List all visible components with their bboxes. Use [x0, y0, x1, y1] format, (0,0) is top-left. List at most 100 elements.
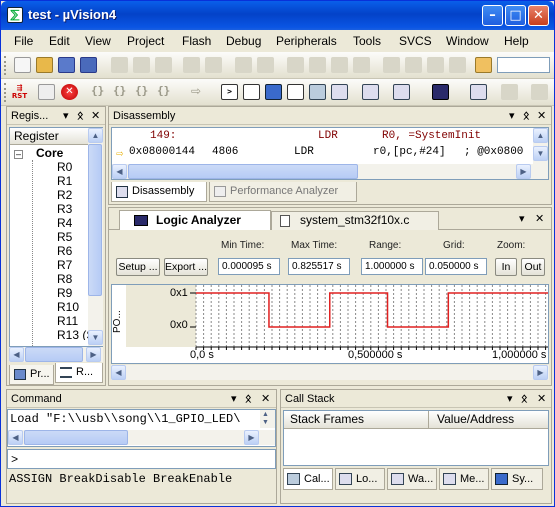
scroll-right-icon[interactable]: ▶ — [86, 347, 101, 362]
register-item[interactable]: R11 — [57, 314, 78, 328]
find-in-files-icon[interactable] — [475, 57, 492, 73]
registers-hscroll[interactable]: ◀ ▶ — [9, 347, 103, 362]
nav-back-icon[interactable] — [235, 57, 252, 73]
scroll-right-icon[interactable]: ▶ — [533, 365, 548, 380]
scroll-up-icon[interactable]: ▲ — [262, 411, 269, 418]
undo-icon[interactable] — [183, 57, 200, 73]
registers-window-icon[interactable] — [287, 84, 304, 100]
step-into-icon[interactable]: {} — [91, 84, 108, 100]
maximize-button[interactable]: □ — [505, 5, 526, 26]
register-item[interactable]: R5 — [57, 230, 72, 244]
pin-icon[interactable]: ᛟ — [521, 392, 528, 405]
save-icon[interactable] — [58, 57, 75, 73]
disassembly-view[interactable]: 149: LDR R0, =SystemInit ⇨ 0x08000144 48… — [111, 127, 549, 180]
scroll-up-icon[interactable]: ▲ — [533, 128, 548, 143]
register-item[interactable]: R13 (SP) — [57, 328, 89, 340]
disassembly-window-icon[interactable] — [243, 84, 260, 100]
menu-flash[interactable]: Flash — [182, 34, 211, 48]
bookmark-prev-icon[interactable] — [309, 57, 326, 73]
find-combo[interactable] — [497, 57, 550, 73]
register-item[interactable]: R7 — [57, 258, 72, 272]
waveform-area[interactable]: PO... 0x1 0x0 0,0 s 0,500000 s 1,000000 … — [111, 284, 549, 364]
menu-edit[interactable]: Edit — [49, 34, 70, 48]
value-address-header[interactable]: Value/Address — [429, 411, 548, 429]
bookmark-icon[interactable] — [287, 57, 304, 73]
disassembly-vscroll[interactable]: ▲ ▼ — [533, 128, 548, 164]
menu-svcs[interactable]: SVCS — [399, 34, 432, 48]
reset-icon[interactable]: ⇶ RST — [11, 84, 28, 100]
scroll-left-icon[interactable]: ◀ — [9, 347, 24, 362]
copy-icon[interactable] — [133, 57, 150, 73]
close-icon[interactable]: ✕ — [535, 212, 544, 225]
pin-icon[interactable]: ᛟ — [245, 392, 252, 405]
tab-performance-analyzer[interactable]: Performance Analyzer — [209, 182, 357, 202]
registers-vscroll[interactable]: ▲ ▼ — [88, 128, 103, 346]
cut-icon[interactable] — [111, 57, 128, 73]
register-column-header[interactable]: Register — [10, 128, 88, 145]
command-input[interactable]: > — [7, 449, 276, 469]
pin-icon[interactable]: ᛟ — [77, 109, 84, 122]
minimize-button[interactable]: – — [482, 5, 503, 26]
register-item[interactable]: R10 — [57, 300, 79, 314]
stack-frames-header[interactable]: Stack Frames — [284, 411, 429, 429]
register-group-core[interactable]: Core — [36, 146, 63, 160]
command-panel-header[interactable]: Command ▾ ᛟ ✕ — [7, 390, 276, 408]
memory-window-icon[interactable] — [362, 84, 379, 100]
save-all-icon[interactable] — [80, 57, 97, 73]
tab-registers[interactable]: R... — [55, 363, 103, 383]
export-button[interactable]: Export ... — [164, 258, 208, 276]
tab-memory[interactable]: Me... — [439, 468, 489, 490]
menu-project[interactable]: Project — [127, 34, 164, 48]
call-stack-table[interactable]: Stack Frames Value/Address — [283, 410, 549, 466]
tab-call-stack[interactable]: Cal... — [283, 468, 333, 490]
redo-icon[interactable] — [205, 57, 222, 73]
scroll-down-icon[interactable]: ▼ — [262, 419, 269, 426]
command-vscroll[interactable]: ▲ ▼ — [260, 410, 275, 428]
register-item[interactable]: R8 — [57, 272, 72, 286]
title-bar[interactable]: ⅀ test - µVision4 – □ ✕ — [1, 1, 554, 30]
tab-watch[interactable]: Wa... — [387, 468, 437, 490]
paste-icon[interactable] — [155, 57, 172, 73]
tab-disassembly[interactable]: Disassembly — [111, 182, 207, 202]
menu-file[interactable]: File — [14, 34, 33, 48]
tab-project[interactable]: Pr... — [9, 365, 54, 385]
close-icon[interactable]: ✕ — [261, 392, 270, 405]
indent-icon[interactable] — [383, 57, 400, 73]
run-icon[interactable] — [38, 84, 55, 100]
trace-window-icon[interactable] — [470, 84, 487, 100]
toolbar-grip[interactable] — [4, 56, 7, 75]
close-button[interactable]: ✕ — [528, 5, 549, 26]
command-window-icon[interactable]: > — [221, 84, 238, 100]
call-stack-panel-header[interactable]: Call Stack ▾ ᛟ ✕ — [281, 390, 551, 408]
scroll-thumb[interactable] — [88, 144, 102, 296]
new-file-icon[interactable] — [14, 57, 31, 73]
scroll-down-icon[interactable]: ▼ — [533, 146, 548, 161]
system-viewer-icon[interactable] — [501, 84, 518, 100]
scroll-thumb[interactable] — [24, 430, 128, 445]
call-stack-window-icon[interactable] — [309, 84, 326, 100]
scroll-up-icon[interactable]: ▲ — [88, 128, 103, 143]
scroll-left-icon[interactable]: ◀ — [111, 365, 126, 380]
tab-logic-analyzer[interactable]: Logic Analyzer — [119, 210, 271, 230]
waveform-hscroll[interactable]: ◀ ▶ — [111, 365, 549, 380]
command-output[interactable]: Load "F:\\usb\\song\\1_GPIO_LED\ ▲ ▼ ◀ ▶ — [7, 409, 276, 447]
scroll-left-icon[interactable]: ◀ — [112, 164, 127, 179]
source-line[interactable]: 149: LDR R0, =SystemInit — [116, 130, 536, 144]
tab-symbols[interactable]: Sy... — [491, 468, 543, 490]
serial-window-icon[interactable] — [393, 84, 410, 100]
run-to-cursor-icon[interactable]: {} — [157, 84, 174, 100]
step-out-icon[interactable]: {} — [135, 84, 152, 100]
tab-menu-icon[interactable]: ▾ — [519, 212, 525, 225]
disassembly-panel-header[interactable]: Disassembly ▾ ᛟ ✕ — [109, 107, 551, 125]
toolbar-grip[interactable] — [4, 83, 7, 102]
scroll-right-icon[interactable]: ▶ — [516, 164, 531, 179]
disassembly-hscroll[interactable]: ◀ ▶ — [112, 164, 548, 179]
unindent-icon[interactable] — [405, 57, 422, 73]
menu-help[interactable]: Help — [504, 34, 529, 48]
menu-window[interactable]: Window — [446, 34, 489, 48]
close-icon[interactable]: ✕ — [537, 392, 546, 405]
panel-menu-icon[interactable]: ▾ — [507, 392, 513, 405]
open-folder-icon[interactable] — [36, 57, 53, 73]
stop-icon[interactable]: ✕ — [61, 84, 78, 100]
asm-line[interactable]: ⇨ 0x08000144 4806 LDR r0,[pc,#24] ; @0x0… — [116, 146, 532, 160]
